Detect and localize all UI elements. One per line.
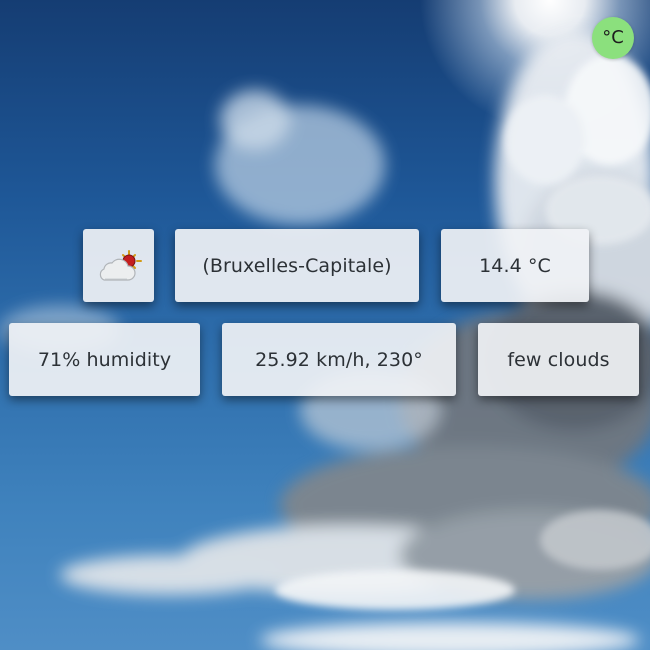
weather-icon-card xyxy=(83,229,154,302)
humidity-label: 71% humidity xyxy=(9,323,200,396)
temperature-label: 14.4 °C xyxy=(441,229,589,302)
wind-label: 25.92 km/h, 230° xyxy=(222,323,456,396)
location-label: (Bruxelles-Capitale) xyxy=(175,229,419,302)
weather-description-label: few clouds xyxy=(478,323,639,396)
unit-toggle-button[interactable]: °C xyxy=(592,17,634,59)
few-clouds-day-icon xyxy=(96,248,142,284)
